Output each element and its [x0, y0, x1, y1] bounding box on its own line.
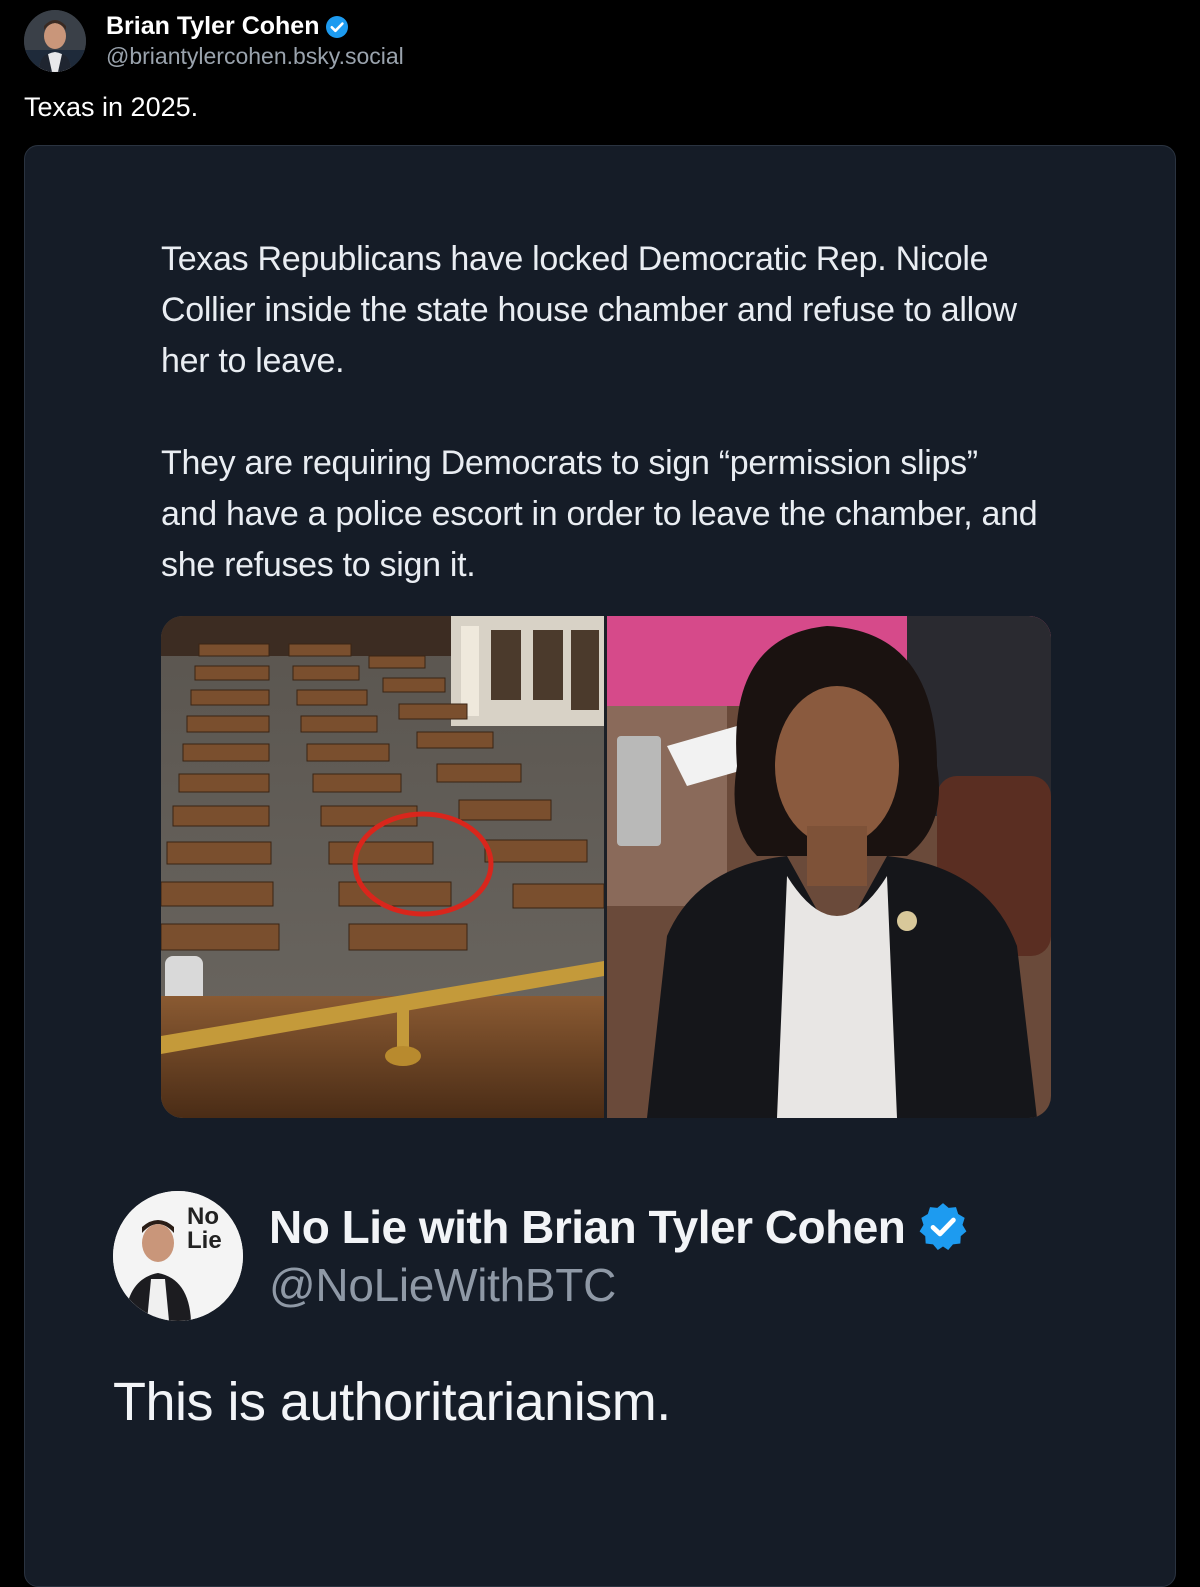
embed-paragraph: They are requiring Democrats to sign “pe…	[161, 444, 1038, 584]
quote-text: This is authoritarianism.	[113, 1372, 671, 1432]
author-name[interactable]: Brian Tyler Cohen	[106, 12, 319, 41]
logo-text-bottom: Lie	[187, 1227, 222, 1254]
no-lie-logo-icon	[113, 1191, 243, 1321]
portrait-woman-icon	[607, 616, 1051, 1118]
author-handle[interactable]: @briantylercohen.bsky.social	[106, 43, 404, 70]
author-avatar[interactable]	[24, 10, 86, 72]
portrait-photo	[607, 616, 1051, 1118]
quote-author-name: No Lie with Brian Tyler Cohen	[269, 1201, 906, 1253]
embed-tweet-text: Texas Republicans have locked Democratic…	[161, 234, 1041, 642]
quote-author: No Lie No Lie with Brian Tyler Cohen @No…	[113, 1191, 969, 1321]
post-header: Brian Tyler Cohen @briantylercohen.bsky.…	[24, 10, 404, 72]
avatar-portrait-icon	[24, 10, 86, 72]
logo-text-top: No	[187, 1203, 219, 1230]
photo-grid	[161, 616, 1051, 1118]
embedded-image[interactable]: Texas Republicans have locked Democratic…	[24, 145, 1176, 1587]
verified-badge-icon	[919, 1203, 967, 1250]
embed-paragraph: Texas Republicans have locked Democratic…	[161, 240, 1017, 380]
verified-check-icon	[326, 15, 349, 38]
house-chamber-photo	[161, 616, 604, 1118]
quote-avatar: No Lie	[113, 1191, 243, 1321]
post-text: Texas in 2025.	[24, 92, 199, 122]
chamber-desks-icon	[161, 616, 604, 1118]
quote-author-handle: @NoLieWithBTC	[269, 1259, 616, 1311]
